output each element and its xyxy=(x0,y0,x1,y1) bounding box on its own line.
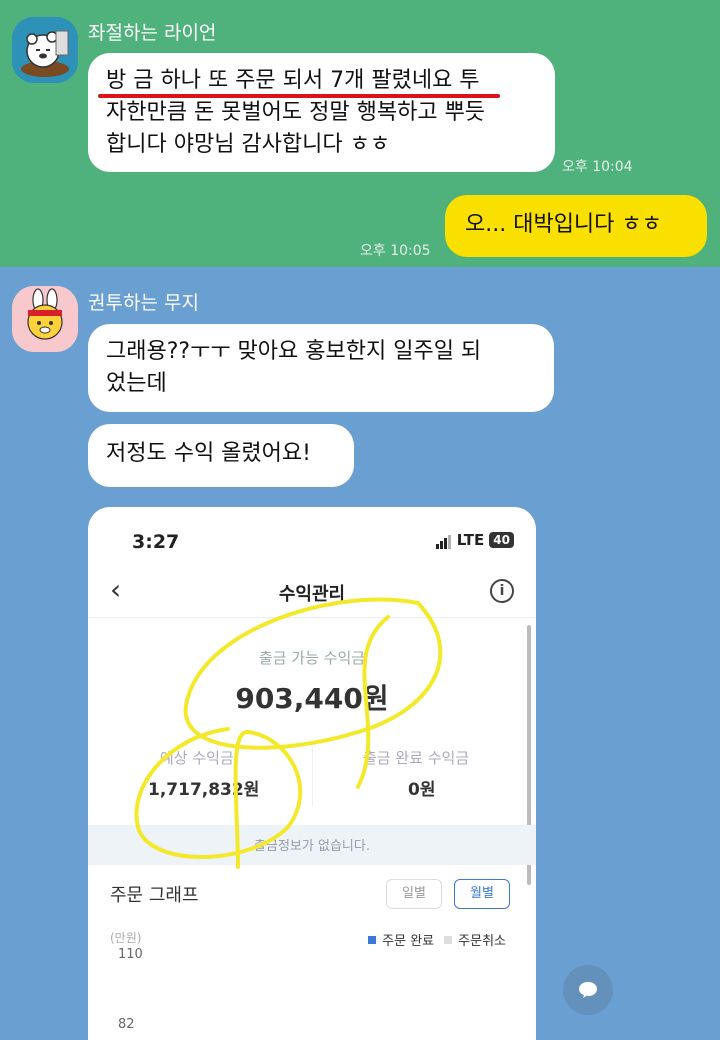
chat-bubble-glyph xyxy=(579,982,597,998)
expected-earnings-value: 1,717,832원 xyxy=(148,780,260,800)
monthly-toggle[interactable]: 월별 xyxy=(454,879,510,909)
graph-legend: 주문 완료 주문취소 xyxy=(368,930,506,949)
message-text: 오... 대박입니다 ㅎㅎ xyxy=(465,212,662,237)
avatar-ryan[interactable] xyxy=(12,17,78,83)
lion-character-icon xyxy=(12,17,78,83)
message-time: 오후 10:05 xyxy=(360,243,431,259)
red-underline-annotation xyxy=(98,94,500,98)
withdrawal-info-text: 출금정보가 없습니다. xyxy=(254,839,370,854)
my-message-bubble[interactable]: 오... 대박입니다 ㅎㅎ xyxy=(445,195,707,257)
legend-swatch-done xyxy=(368,935,377,944)
message-text: 저정도 수익 올렸어요! xyxy=(106,441,311,466)
order-graph-title: 주문 그래프 xyxy=(110,885,199,906)
message-line: 방 금 하나 또 주문 되서 7개 팔렸네요 투 xyxy=(106,68,480,93)
message-time: 오후 10:04 xyxy=(562,159,633,175)
battery-icon: 40 xyxy=(489,532,514,548)
message-bubble[interactable]: 방 금 하나 또 주문 되서 7개 팔렸네요 투 자한만큼 돈 못벌어도 정말 … xyxy=(88,53,555,172)
graph-unit-label: (만원) xyxy=(110,931,142,945)
withdrawn-earnings-label: 출금 완료 수익금 xyxy=(363,749,470,767)
message-bubble[interactable]: 그래용??ㅜㅜ 맞아요 홍보한지 일주일 되 었는데 xyxy=(88,324,554,412)
column-divider xyxy=(312,747,313,807)
available-earnings-value: 903,440원 xyxy=(235,682,389,715)
legend-cancel-label: 주문취소 xyxy=(458,934,506,949)
divider xyxy=(88,617,536,618)
info-icon[interactable]: i xyxy=(490,579,514,603)
page-title: 수익관리 xyxy=(278,584,346,605)
signal-icon xyxy=(435,531,452,549)
avatar-muzi[interactable] xyxy=(12,286,78,352)
sender-name: 좌절하는 라이언 xyxy=(88,22,217,44)
expected-earnings-label: 예상 수익금 xyxy=(160,749,234,767)
y-tick-label: 110 xyxy=(118,947,143,962)
message-line: 자한만큼 돈 못벌어도 정말 행복하고 뿌듯 xyxy=(106,100,486,125)
message-bubble[interactable]: 저정도 수익 올렸어요! xyxy=(88,424,354,487)
shared-screenshot-image[interactable]: 3:27 LTE 40 ‹ 수익관리 i 출금 가능 수익금 903,440원 … xyxy=(88,507,536,1040)
daily-toggle[interactable]: 일별 xyxy=(386,879,442,909)
chat-bubble-icon[interactable] xyxy=(563,965,613,1015)
withdrawn-earnings-value: 0원 xyxy=(408,780,436,800)
message-line: 었는데 xyxy=(106,371,167,396)
network-label: LTE xyxy=(456,531,485,549)
status-bar: LTE 40 xyxy=(435,531,514,549)
muzi-character-icon xyxy=(12,286,78,352)
message-line: 그래용??ㅜㅜ 맞아요 홍보한지 일주일 되 xyxy=(106,339,482,364)
legend-done-label: 주문 완료 xyxy=(382,934,435,949)
y-tick-label: 82 xyxy=(118,1017,135,1032)
legend-swatch-cancel xyxy=(444,935,453,944)
available-earnings-label: 출금 가능 수익금 xyxy=(258,649,366,667)
status-clock: 3:27 xyxy=(132,531,180,553)
sender-name: 권투하는 무지 xyxy=(88,292,199,314)
message-line: 합니다 야망님 감사합니다 ㅎㅎ xyxy=(106,132,391,157)
